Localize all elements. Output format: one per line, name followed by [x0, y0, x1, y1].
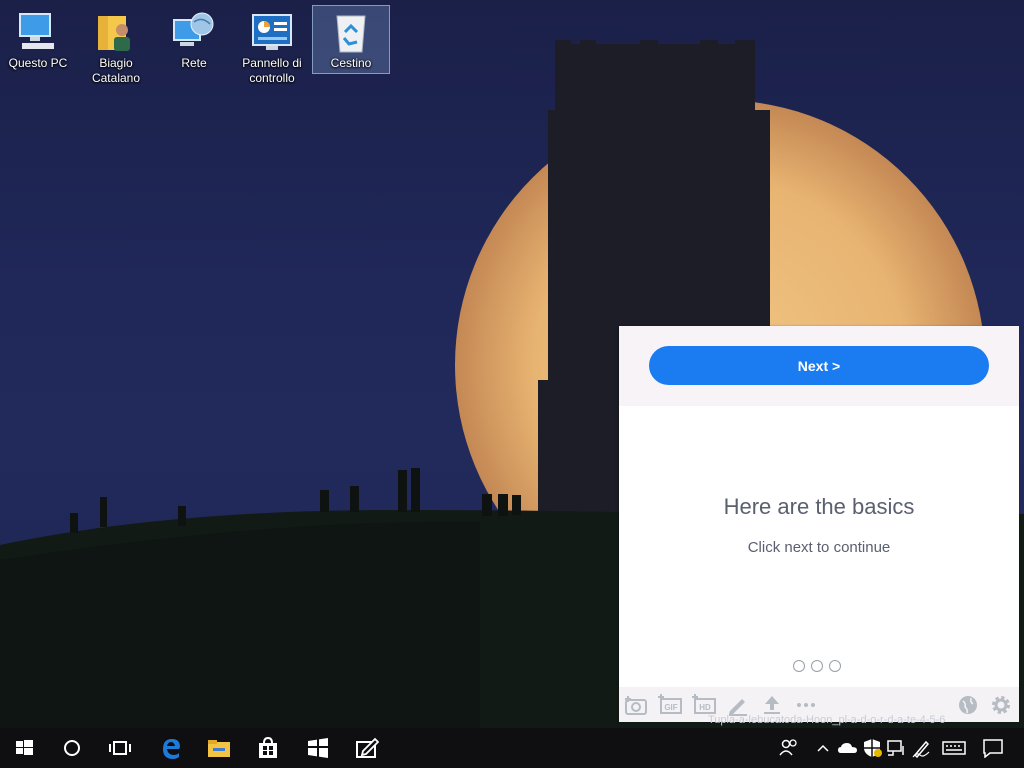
- edge-button[interactable]: [147, 728, 195, 768]
- globe-icon[interactable]: [956, 693, 980, 717]
- recycle-bin-icon: [329, 10, 373, 54]
- desktop-icon-label: Rete: [181, 56, 207, 70]
- store-button[interactable]: [244, 728, 292, 768]
- onedrive-button[interactable]: [836, 728, 860, 768]
- hill-shadow: [0, 521, 480, 728]
- network-tray-icon: [887, 740, 904, 756]
- task-view-button[interactable]: [96, 728, 144, 768]
- svg-text:GIF: GIF: [664, 703, 677, 712]
- desktop-icon-label: Pannello di controllo: [242, 56, 302, 85]
- taskbar: [0, 728, 1024, 768]
- notification-icon: [983, 739, 1003, 758]
- people-icon: [779, 739, 797, 756]
- cortana-icon: [64, 740, 80, 756]
- svg-text:HD: HD: [699, 703, 711, 712]
- file-explorer-button[interactable]: [195, 728, 243, 768]
- desktop-icon-user[interactable]: Biagio Catalano: [78, 6, 154, 85]
- chevron-up-icon: [817, 744, 829, 752]
- desktop-icon-label: Biagio Catalano: [91, 56, 141, 85]
- camera-icon[interactable]: [624, 693, 648, 717]
- network-icon: [172, 10, 216, 54]
- gif-icon[interactable]: GIF: [657, 693, 682, 717]
- app-button[interactable]: [294, 728, 342, 768]
- gear-icon[interactable]: [989, 693, 1013, 717]
- desktop-icon-this-pc[interactable]: Questo PC: [0, 6, 76, 74]
- tour-subtitle: Click next to continue: [747, 539, 891, 556]
- step-dot[interactable]: [793, 660, 805, 672]
- app-icon: [308, 738, 328, 758]
- control-panel-icon: [250, 10, 294, 54]
- notification-button[interactable]: [978, 728, 1006, 768]
- keyboard-button[interactable]: [940, 728, 968, 768]
- desktop-icon-control-panel[interactable]: Pannello di controllo: [234, 6, 310, 85]
- step-dot[interactable]: [811, 660, 823, 672]
- desktop-icon-label: Cestino: [330, 56, 372, 70]
- next-button[interactable]: Next >: [649, 346, 989, 385]
- user-folder-icon: [94, 10, 138, 54]
- tour-panel-header: Next >: [619, 326, 1019, 406]
- task-view-icon: [109, 741, 131, 755]
- this-pc-icon: [16, 10, 60, 54]
- onedrive-icon: [838, 743, 857, 753]
- network-tray-button[interactable]: [884, 728, 908, 768]
- notes-button[interactable]: [343, 728, 391, 768]
- cortana-button[interactable]: [48, 728, 96, 768]
- keyboard-icon: [942, 741, 966, 755]
- store-icon: [259, 736, 277, 758]
- step-indicator: [793, 660, 853, 674]
- defender-button[interactable]: [860, 728, 884, 768]
- file-explorer-icon: [208, 740, 230, 757]
- desktop-icon-label: Questo PC: [8, 56, 68, 70]
- desktop-icon-recycle-bin[interactable]: Cestino: [312, 5, 390, 74]
- show-hidden-icons-button[interactable]: [812, 728, 834, 768]
- step-dot[interactable]: [829, 660, 841, 672]
- pen-tray-button[interactable]: [910, 728, 934, 768]
- pen-tray-icon: [912, 740, 930, 758]
- tour-title: Here are the basics: [723, 494, 915, 519]
- start-icon: [16, 740, 33, 755]
- edge-icon: [163, 739, 180, 759]
- start-button[interactable]: [0, 728, 48, 768]
- desktop-icon-network[interactable]: Rete: [156, 6, 232, 74]
- defender-icon: [864, 739, 882, 757]
- tour-panel: Next > Here are the basics Click next to…: [619, 326, 1019, 722]
- wallpaper-watermark: Tupla-a-lebucatoda-Hoon_pl-a-d-o-r-d-a-t…: [708, 714, 946, 726]
- notes-icon: [356, 737, 379, 758]
- people-button[interactable]: [774, 728, 802, 768]
